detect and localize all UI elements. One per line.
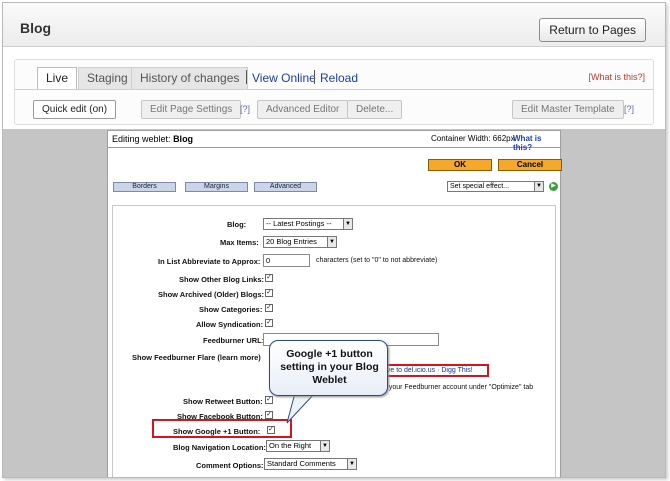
categories-label: Show Categories: [199,305,263,314]
callout-text: Google +1 button setting in your Blog We… [280,348,379,386]
quick-edit-button[interactable]: Quick edit (on) [33,100,117,119]
abbreviate-label: In List Abbreviate to Approx: [158,257,261,266]
archived-blogs-label: Show Archived (Older) Blogs: [158,290,264,299]
tab-advanced[interactable]: Advanced [254,182,317,192]
tab-history[interactable]: History of changes [131,67,249,89]
retweet-checkbox[interactable]: ✓ [265,396,273,404]
page-title: Blog [20,20,52,36]
abbreviate-input[interactable]: 0 [263,254,310,267]
comment-options-value: Standard Comments [267,459,336,468]
advanced-editor-button[interactable]: Advanced Editor [257,100,349,119]
container-width: Container Width: 662px [431,134,515,143]
nav-location-select[interactable]: On the Right ▼ [266,440,330,452]
link-separator [246,70,247,84]
cancel-button[interactable]: Cancel [498,159,562,171]
comment-options-select[interactable]: Standard Comments ▼ [264,458,357,470]
chevron-down-icon: ▼ [327,237,336,247]
go-arrow-icon[interactable]: ▶ [549,182,558,191]
reload-link[interactable]: Reload [320,71,358,85]
edit-page-settings-button[interactable]: Edit Page Settings [141,100,242,119]
help-link[interactable]: [?] [240,104,250,114]
chevron-down-icon: ▼ [347,459,356,469]
help-link[interactable]: [?] [624,104,634,114]
chevron-down-icon: ▼ [534,182,543,191]
tab-staging[interactable]: Staging [78,67,137,89]
weblet-name: Blog [173,134,194,144]
return-to-pages-button[interactable]: Return to Pages [539,18,646,42]
retweet-label: Show Retweet Button: [183,397,263,406]
syndication-checkbox[interactable]: ✓ [265,319,273,327]
weblet-what-is-this-link[interactable]: What is this? [513,134,560,152]
max-items-label: Max Items: [220,238,259,247]
special-effect-select[interactable]: Set special effect... ▼ [447,181,544,192]
nav-location-label: Blog Navigation Location: [173,443,266,452]
edit-master-template-button[interactable]: Edit Master Template [512,100,624,119]
page-header: Blog Return to Pages [3,3,665,47]
abbreviate-note: characters (set to "0" to not abbreviate… [316,257,438,264]
blog-select-value: -- Latest Postings -- [266,219,332,228]
max-items-select[interactable]: 20 Blog Entries ▼ [263,236,337,248]
tabs-panel: Live Staging History of changes View Onl… [14,59,654,125]
max-items-value: 20 Blog Entries [266,237,317,246]
comment-options-label: Comment Options: [196,461,264,470]
ok-button[interactable]: OK [428,159,492,171]
weblet-header: Editing weblet: Blog Container Width: 66… [108,131,560,152]
special-effect-value: Set special effect... [450,183,510,190]
feedburner-flare-label: Show Feedburner Flare (learn more) [132,353,261,362]
tab-divider [15,89,653,90]
view-online-link[interactable]: View Online [252,71,316,85]
facebook-checkbox[interactable]: ✓ [265,411,273,419]
delete-button[interactable]: Delete... [347,100,403,119]
other-blog-links-label: Show Other Blog Links: [179,275,265,284]
feedburner-url-label: Feedburner URL: [203,336,265,345]
flare-note: n your Feedburner account under "Optimiz… [383,384,534,391]
categories-checkbox[interactable]: ✓ [265,304,273,312]
other-blog-links-checkbox[interactable]: ✓ [265,274,273,282]
what-is-this-link[interactable]: [What is this?] [588,72,645,82]
archived-blogs-checkbox[interactable]: ✓ [265,289,273,297]
tab-live[interactable]: Live [37,67,78,90]
app-window: Blog Return to Pages Live Staging Histor… [2,2,666,478]
link-separator [314,70,315,84]
chevron-down-icon: ▼ [320,441,329,451]
google-plus-highlight [152,419,292,438]
tab-borders[interactable]: Borders [113,182,176,192]
syndication-label: Allow Syndication: [196,320,264,329]
annotation-callout: Google +1 button setting in your Blog We… [269,340,388,396]
blog-label: Blog: [227,220,247,229]
chevron-down-icon: ▼ [343,219,352,229]
nav-location-value: On the Right [269,441,312,450]
blog-select[interactable]: -- Latest Postings -- ▼ [263,218,353,230]
tab-margins[interactable]: Margins [185,182,248,192]
flare-links-highlight: ave to del.icio.us · Digg This! [378,364,489,377]
editing-label: Editing weblet: [112,134,171,144]
